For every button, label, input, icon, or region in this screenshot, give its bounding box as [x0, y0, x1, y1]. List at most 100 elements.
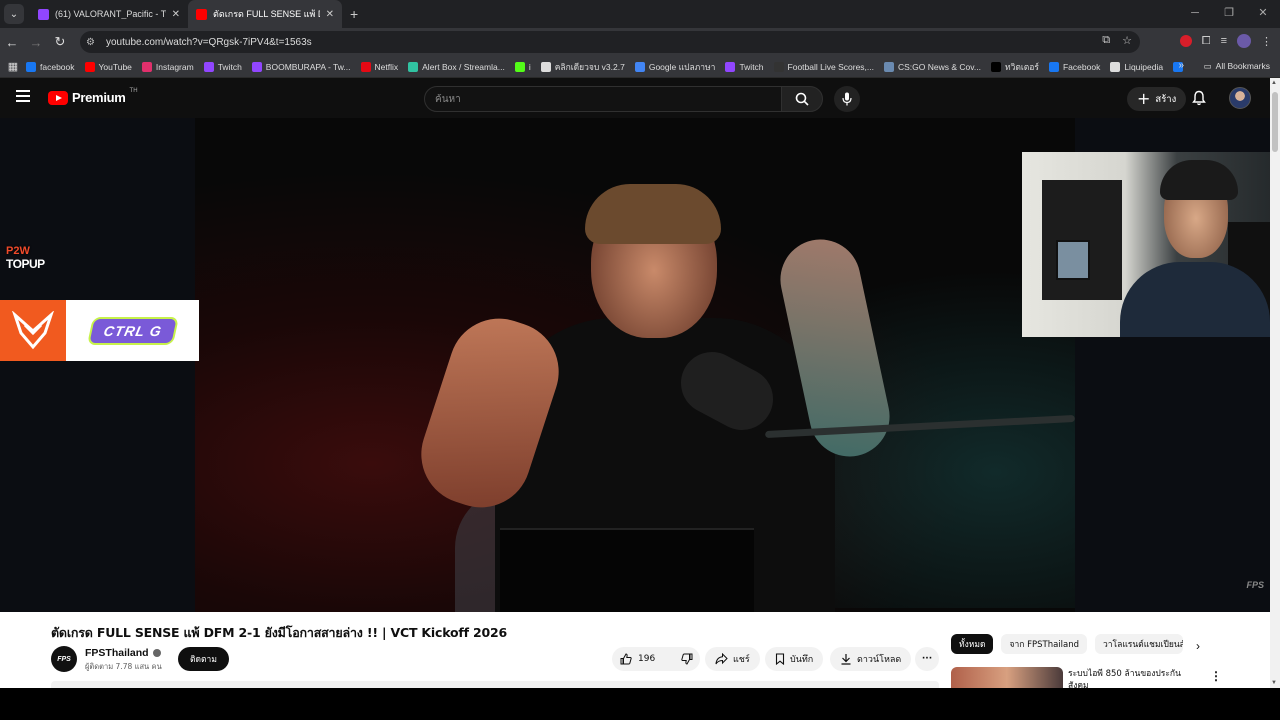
tab-title: (61) VALORANT_Pacific - Twitch: [55, 9, 166, 19]
like-button[interactable]: 196: [612, 647, 663, 671]
bookmark-favicon-icon: [773, 61, 784, 72]
channel-name[interactable]: FPSThailand: [85, 647, 149, 659]
close-tab-icon[interactable]: ✕: [326, 9, 334, 20]
site-info-icon[interactable]: ⚙: [86, 37, 100, 48]
scroll-down-icon[interactable]: ▼: [1271, 680, 1277, 686]
verified-icon: [152, 649, 161, 657]
voice-search-button[interactable]: [834, 86, 860, 112]
account-avatar[interactable]: [1229, 87, 1251, 109]
more-bookmarks-icon[interactable]: »: [1178, 60, 1184, 71]
bookmark-item[interactable]: i: [514, 60, 531, 74]
all-bookmarks-button[interactable]: ▭ All Bookmarks: [1204, 61, 1270, 72]
page-scrollbar[interactable]: ▲ ▼: [1270, 78, 1280, 688]
notifications-button[interactable]: [1192, 90, 1206, 111]
close-window-icon[interactable]: ✕: [1246, 0, 1280, 28]
chevron-right-icon[interactable]: ›: [1196, 639, 1200, 653]
streamer-webcam: [1022, 152, 1270, 337]
subscribe-button[interactable]: ติดตาม: [178, 647, 229, 671]
youtube-header: Premium TH + สร้าง: [0, 78, 1280, 118]
recommended-title[interactable]: ระบบไอพี 850 ล้านของประกันสังคม: [1068, 668, 1188, 688]
back-button[interactable]: ←: [0, 35, 24, 50]
video-player[interactable]: FPS P2W TOPUP CTRL G: [0, 118, 1270, 612]
scroll-up-icon[interactable]: ▲: [1271, 80, 1277, 86]
url-text[interactable]: youtube.com/watch?v=QRgsk-7iPV4&t=1563s: [106, 37, 312, 48]
chip-topic[interactable]: วาโลแรนต์แชมเปียนส์: [1095, 634, 1183, 654]
share-button[interactable]: แชร์: [705, 647, 760, 671]
browser-tab-twitch[interactable]: (61) VALORANT_Pacific - Twitch ✕: [30, 0, 188, 28]
wall-photo: [1056, 240, 1090, 280]
bookmark-item[interactable]: Facebook: [1048, 60, 1100, 74]
media-controls-icon[interactable]: ≡: [1221, 35, 1227, 47]
channel-watermark[interactable]: FPS: [1246, 580, 1264, 590]
bookmark-item[interactable]: คลิกเดียวจบ v3.2.7: [540, 60, 625, 74]
menu-icon[interactable]: [16, 90, 30, 105]
watch-metadata: ตัดเกรด FULL SENSE แพ้ DFM 2-1 ยังมีโอกา…: [0, 612, 1270, 688]
menu-kebab-icon[interactable]: ⋮: [1261, 35, 1272, 48]
profile-icon[interactable]: [1237, 34, 1251, 48]
like-dislike-group: 196: [612, 647, 700, 671]
bookmark-item[interactable]: BOOMBURAPA - Tw...: [251, 60, 351, 74]
bookmark-item[interactable]: Instagram: [141, 60, 194, 74]
bookmark-favicon-icon: [540, 61, 551, 72]
bookmark-item[interactable]: YouTube: [84, 60, 132, 74]
download-label: ดาวน์โหลด: [857, 655, 902, 665]
tab-search-button[interactable]: ⌄: [4, 4, 24, 24]
window-controls: ─ ❐ ✕: [1178, 0, 1280, 28]
puzzle-icon[interactable]: ⧠: [1202, 35, 1211, 48]
search-button[interactable]: [781, 86, 823, 112]
host-hair: [585, 184, 721, 244]
p2w-topup-logo: P2W TOPUP: [6, 245, 64, 295]
more-actions-button[interactable]: ···: [915, 647, 939, 671]
save-button[interactable]: บันทึก: [765, 647, 824, 671]
create-button[interactable]: + สร้าง: [1127, 87, 1187, 111]
bookmark-item[interactable]: Alert Box / Streamla...: [408, 60, 505, 74]
bookmark-item[interactable]: Twitch: [725, 60, 764, 74]
chip-from-channel[interactable]: จาก FPSThailand: [1001, 634, 1087, 654]
close-tab-icon[interactable]: ✕: [172, 9, 180, 20]
bookmark-item[interactable]: Football Live Scores,...: [773, 60, 874, 74]
install-app-icon[interactable]: ⧉: [1102, 34, 1110, 47]
restore-icon[interactable]: ❐: [1212, 0, 1246, 28]
bookmark-item[interactable]: Google แปลภาษา: [634, 60, 715, 74]
description-box[interactable]: [51, 681, 939, 688]
bookmark-favicon-icon: [514, 61, 525, 72]
bookmark-list: facebook YouTube Instagram Twitch BOOMBURAPA…: [26, 60, 1197, 74]
bookmark-favicon-icon: [990, 61, 1001, 72]
bookmark-star-icon[interactable]: ☆: [1122, 34, 1132, 47]
download-icon: [841, 654, 851, 665]
dislike-button[interactable]: [673, 647, 701, 671]
bookmark-item[interactable]: ทวิตเตอร์: [990, 60, 1039, 74]
download-button[interactable]: ดาวน์โหลด: [830, 647, 912, 671]
minimize-icon[interactable]: ─: [1178, 0, 1212, 28]
youtube-premium-logo[interactable]: Premium TH: [48, 87, 138, 105]
youtube-play-icon: [48, 90, 68, 105]
bookmark-label: facebook: [40, 61, 75, 72]
omnibox[interactable]: ⚙ youtube.com/watch?v=QRgsk-7iPV4&t=1563…: [80, 31, 1140, 53]
logo-country: TH: [129, 87, 138, 94]
bookmark-label: i: [528, 61, 531, 72]
recommended-menu-icon[interactable]: ⋮: [1210, 669, 1222, 683]
bookmark-item[interactable]: Liquipedia: [1110, 60, 1163, 74]
bookmark-favicon-icon: [26, 61, 36, 72]
bookmark-item[interactable]: Netflix: [360, 60, 398, 74]
extension-icon[interactable]: [1179, 35, 1192, 47]
forward-button[interactable]: →: [24, 35, 48, 50]
bookmark-label: Twitch: [739, 61, 764, 72]
recommended-thumbnail[interactable]: [951, 667, 1063, 688]
chip-all[interactable]: ทั้งหมด: [951, 634, 994, 654]
bookmark-icon: [775, 653, 785, 665]
ctrl-g-text: CTRL G: [86, 316, 179, 345]
scrollbar-thumb[interactable]: [1272, 92, 1278, 152]
channel-avatar[interactable]: FPS: [51, 646, 77, 672]
bookmark-item[interactable]: facebook: [26, 60, 75, 74]
channel-name-row[interactable]: FPSThailand: [85, 647, 161, 659]
bookmark-item[interactable]: Twitch: [203, 60, 242, 74]
browser-tab-youtube[interactable]: ตัดเกรด FULL SENSE แพ้ DFM 2-1 ✕: [188, 0, 342, 28]
reload-button[interactable]: ↻: [48, 34, 72, 50]
new-tab-button[interactable]: +: [350, 6, 358, 22]
ctrl-g-logo: CTRL G: [66, 300, 199, 361]
search-input[interactable]: [435, 93, 755, 105]
apps-grid-icon[interactable]: ▦: [0, 60, 26, 73]
bookmark-item[interactable]: CS:GO News & Cov...: [884, 60, 981, 74]
bookmarks-bar: ▦ facebook YouTube Instagram Twitch BOOMBURA…: [0, 56, 1280, 78]
